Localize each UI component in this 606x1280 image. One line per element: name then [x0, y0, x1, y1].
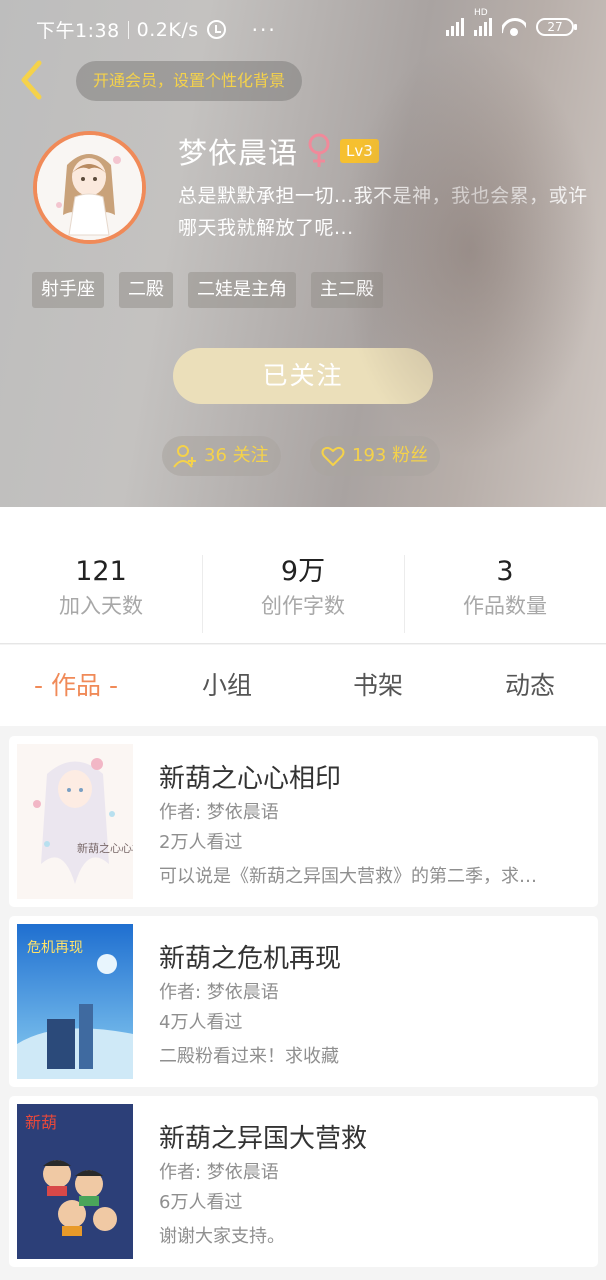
wifi-icon: [502, 18, 526, 36]
fans-count: 193 粉丝: [352, 445, 429, 466]
work-title: 新葫之异国大营救: [159, 1124, 368, 1154]
work-description: 可以说是《新葫之异国大营救》的第二季，求…: [159, 866, 537, 887]
tag-list: 射手座 二殿 二娃是主角 主二殿: [32, 272, 383, 308]
signature-text: 总是默默承担一切...我不是神，我也会累，或许哪天我就解放了呢...: [178, 185, 588, 239]
stat-label: 创作字数: [261, 594, 345, 618]
work-title: 新葫之心心相印: [159, 764, 342, 794]
work-views: 4万人看过: [159, 1012, 243, 1033]
stat-word-count: 9万 创作字数: [202, 555, 404, 621]
tab-activity[interactable]: 动态: [454, 645, 606, 726]
stat-label: 加入天数: [59, 594, 143, 618]
work-views: 2万人看过: [159, 832, 243, 853]
work-author: 作者: 梦依晨语: [159, 1162, 279, 1183]
work-title: 新葫之危机再现: [159, 944, 342, 974]
tag-item[interactable]: 二殿: [119, 272, 173, 308]
tab-bookshelf[interactable]: 书架: [302, 645, 454, 726]
tag-item[interactable]: 射手座: [32, 272, 104, 308]
work-card[interactable]: 新葫 新葫之异国大营救 作者: 梦依晨语 6万人看过 谢谢大家支持。: [9, 1096, 598, 1267]
alarm-icon: [206, 20, 226, 39]
status-more: ···: [251, 17, 277, 42]
name-row: 梦依晨语 Lv3: [178, 130, 379, 172]
back-button[interactable]: [14, 58, 50, 102]
nickname: 梦依晨语: [178, 136, 299, 170]
tag-item[interactable]: 主二殿: [311, 272, 383, 308]
stat-label: 作品数量: [463, 594, 547, 618]
work-card[interactable]: 危机再现 新葫之危机再现 作者: 梦依晨语 4万人看过 二殿粉看过来！求收藏: [9, 916, 598, 1087]
work-cover: 危机再现: [17, 924, 133, 1079]
stat-value: 121: [75, 556, 127, 587]
status-time: 下午1:38: [36, 20, 120, 42]
level-badge: Lv3: [340, 139, 379, 163]
battery-icon: 27: [536, 18, 577, 36]
work-author: 作者: 梦依晨语: [159, 802, 279, 823]
stat-value: 3: [496, 556, 514, 587]
svg-text:危机再现: 危机再现: [27, 940, 83, 956]
work-views: 6万人看过: [159, 1192, 243, 1213]
work-card[interactable]: 新葫之心心相印 新葫之心心相印 作者: 梦依晨语 2万人看过 可以说是《新葫之异…: [9, 736, 598, 907]
svg-text:新葫之心心相印: 新葫之心心相印: [77, 841, 133, 855]
work-cover: 新葫: [17, 1104, 133, 1259]
back-arrow-icon: [21, 60, 42, 100]
vip-background-button[interactable]: 开通会员，设置个性化背景: [76, 61, 303, 101]
work-description: 谢谢大家支持。: [159, 1226, 285, 1247]
signal-icon: [446, 18, 464, 36]
stat-value: 9万: [280, 556, 326, 587]
fans-button[interactable]: 193 粉丝: [310, 436, 441, 476]
status-network-speed: 0.2K/s: [136, 18, 199, 41]
female-icon: [308, 133, 330, 167]
followed-button[interactable]: 已关注: [173, 348, 433, 404]
stat-works-count: 3 作品数量: [404, 555, 606, 621]
stats-bar: 121 加入天数 9万 创作字数 3 作品数量: [0, 507, 606, 644]
tag-item[interactable]: 二娃是主角: [188, 272, 296, 308]
work-cover: 新葫之心心相印: [17, 744, 133, 899]
user-add-icon: [173, 445, 196, 468]
work-description: 二殿粉看过来！求收藏: [159, 1046, 339, 1067]
tab-bar: - 作品 - 小组 书架 动态: [0, 645, 606, 726]
profile-header: 下午1:38 0.2K/s ··· HD 27 开通会员，设置个性化背景 梦依晨…: [0, 0, 606, 507]
tab-groups[interactable]: 小组: [152, 645, 302, 726]
following-button[interactable]: 36 关注: [162, 436, 281, 476]
stat-join-days: 121 加入天数: [0, 555, 202, 621]
svg-text:新葫: 新葫: [25, 1113, 57, 1132]
tab-works[interactable]: - 作品 -: [0, 645, 152, 726]
heart-icon: [321, 446, 345, 466]
avatar[interactable]: [33, 131, 146, 244]
status-divider: [127, 20, 129, 39]
status-bar: 下午1:38 0.2K/s ··· HD 27: [0, 0, 606, 60]
following-count: 36 关注: [204, 445, 269, 466]
works-list: 新葫之心心相印 新葫之心心相印 作者: 梦依晨语 2万人看过 可以说是《新葫之异…: [0, 726, 606, 1280]
signal-hd-icon: HD: [474, 8, 492, 36]
work-author: 作者: 梦依晨语: [159, 982, 279, 1003]
avatar-image: [37, 135, 142, 240]
